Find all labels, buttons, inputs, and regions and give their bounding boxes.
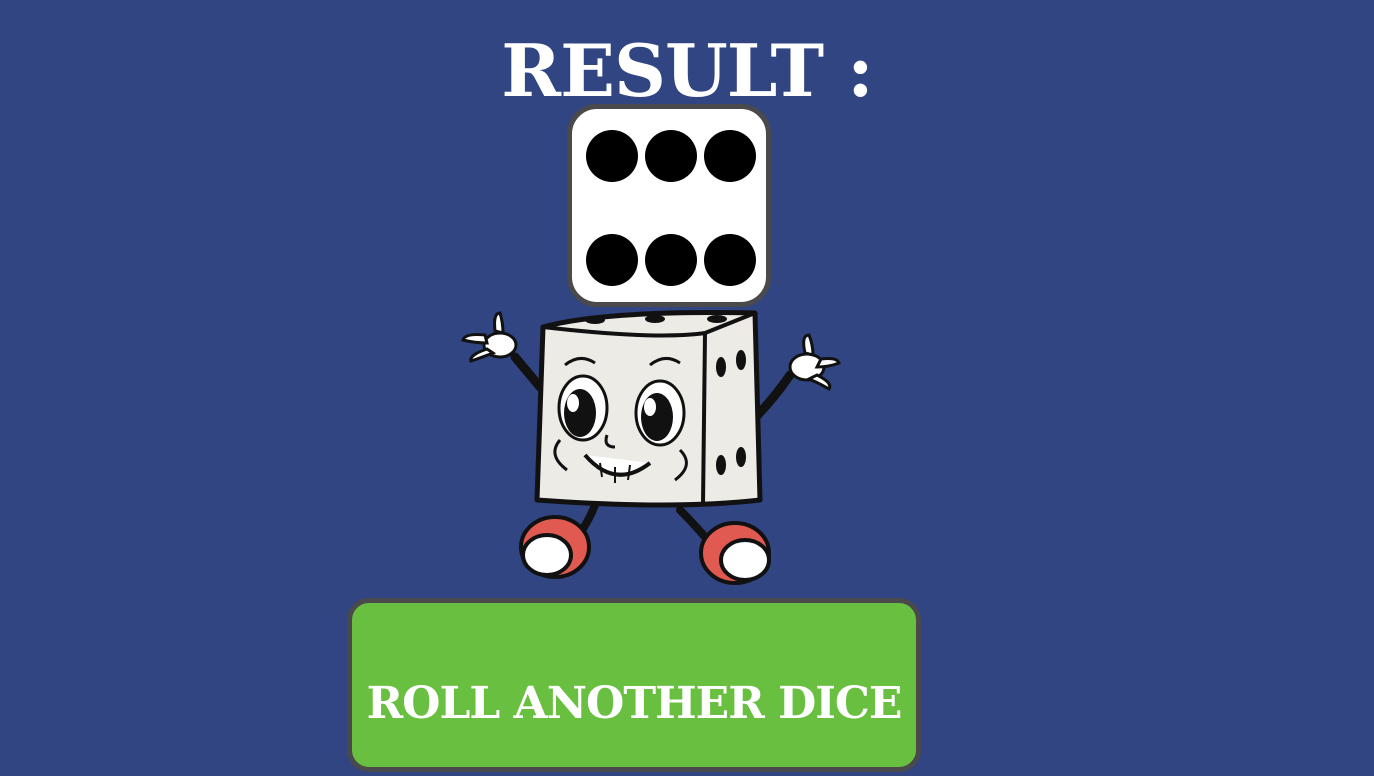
dice-six-icon: [567, 104, 771, 307]
dice-pip: [645, 234, 697, 286]
roll-another-dice-button[interactable]: ROLL ANOTHER DICE: [347, 598, 921, 772]
dice-pip: [704, 130, 756, 182]
dice-pip: [704, 234, 756, 286]
dice-pip: [645, 130, 697, 182]
dice-mascot-illustration: [461, 310, 841, 585]
result-title: RESULT :: [501, 28, 873, 113]
dice-pip: [586, 130, 638, 182]
dice-pip: [586, 234, 638, 286]
